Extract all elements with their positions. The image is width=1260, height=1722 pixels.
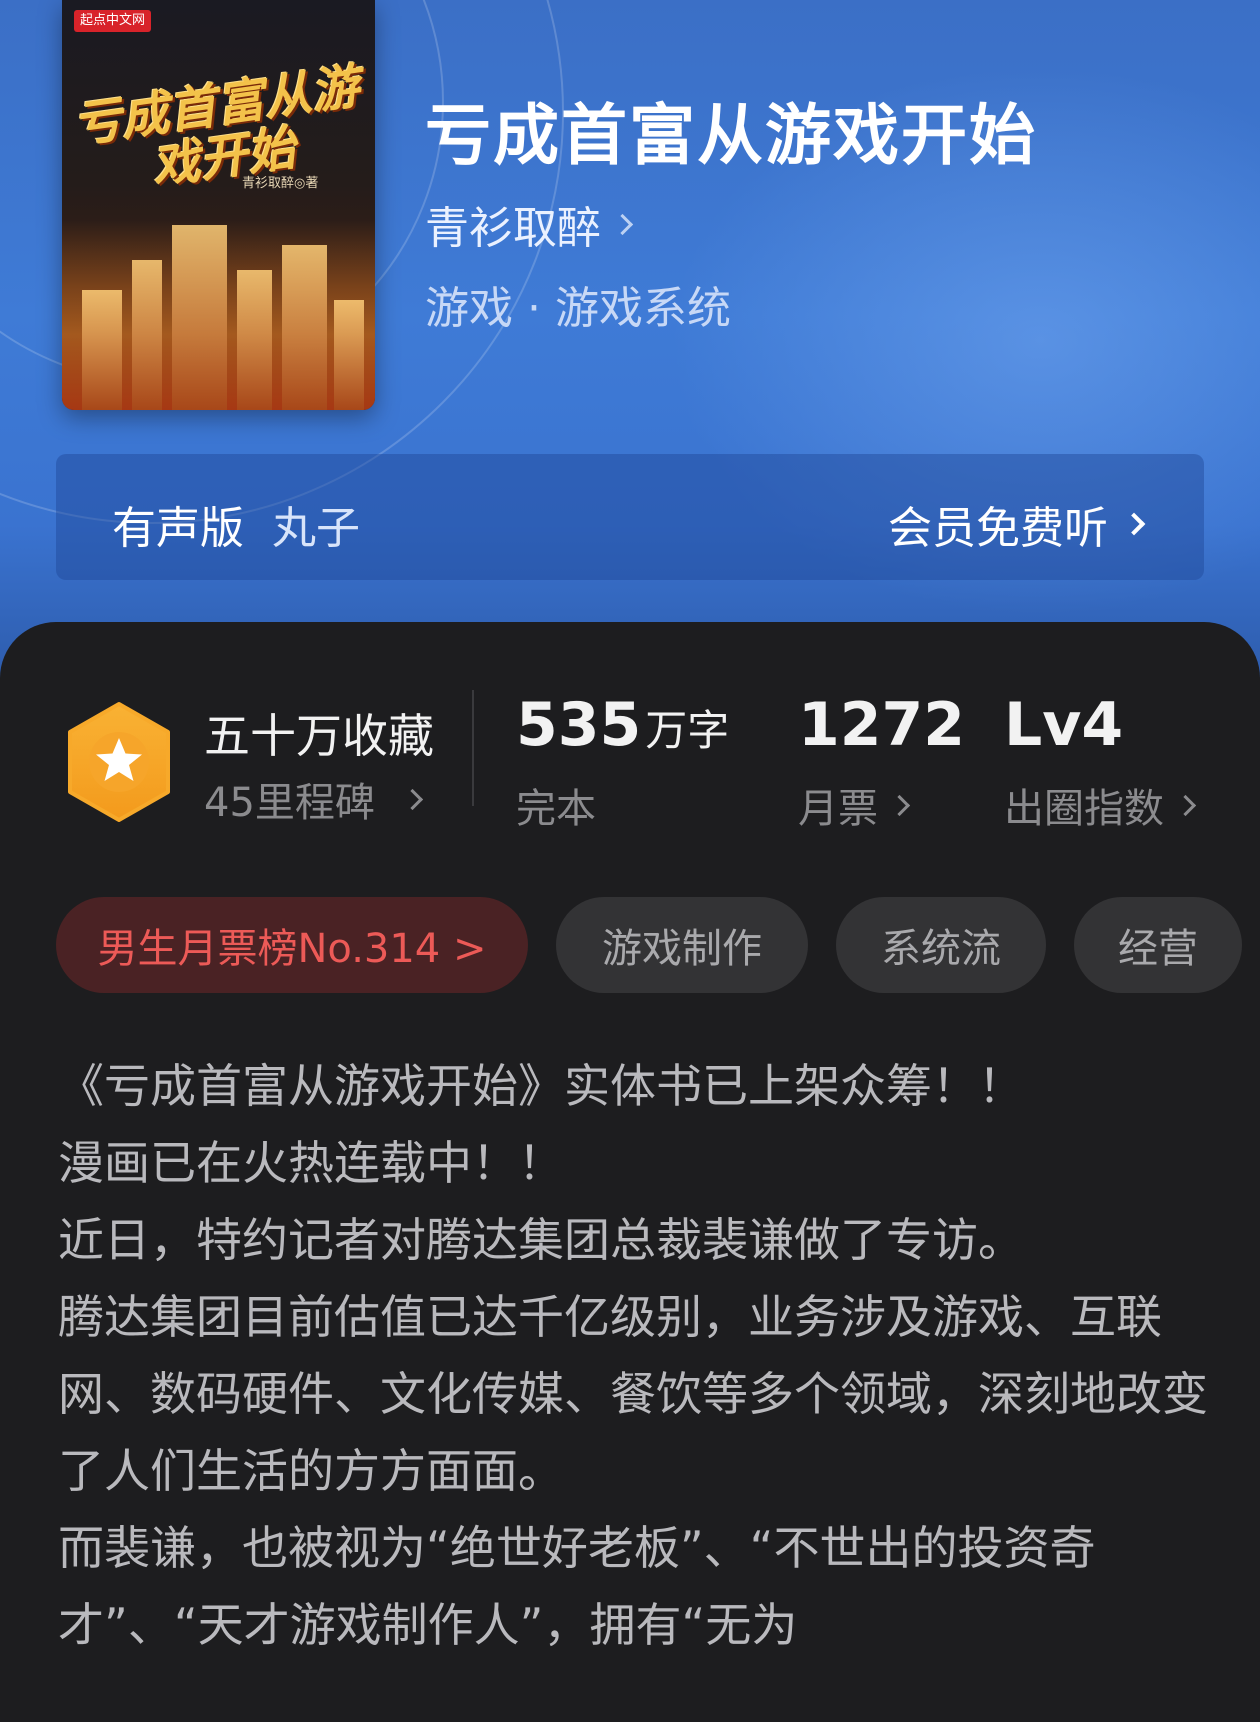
synopsis-line: 而裴谦，也被视为“绝世好老板”、“不世出的投资奇才”、“天才游戏制作人”，拥有“… (58, 1521, 1096, 1652)
collection-count: 五十万收藏 (204, 709, 434, 763)
publisher-logo: 起点中文网 (74, 10, 152, 32)
popularity-index-label: 出圈指数 (1004, 786, 1164, 832)
star-badge-icon[interactable] (64, 700, 174, 824)
chevron-right-icon (401, 788, 424, 810)
word-count-unit: 万字 (645, 706, 730, 755)
tag-management[interactable]: 经营 (1074, 897, 1242, 993)
word-count-number: 535 (516, 690, 642, 760)
chevron-right-icon (888, 794, 911, 816)
book-header: 起点中文网 亏成首富从游戏开始 青衫取醉◎著 亏成首富从游戏开始 青衫取醉 游戏… (0, 0, 1260, 700)
book-title: 亏成首富从游戏开始 (425, 96, 1037, 174)
stats-divider (472, 690, 474, 806)
cover-title-art: 亏成首富从游戏开始 (69, 58, 363, 196)
author-link[interactable]: 青衫取醉 (425, 192, 634, 256)
milestone-label: 45里程碑 (204, 780, 375, 826)
monthly-ticket-link[interactable]: 月票 (798, 776, 911, 834)
cover-cityscape (62, 220, 375, 410)
synopsis-line: 近日，特约记者对腾达集团总裁裴谦做了专访。 (58, 1213, 1024, 1267)
author-name: 青衫取醉 (425, 203, 601, 254)
listen-free-label: 会员免费听 (888, 503, 1108, 554)
audio-version-bar[interactable]: 有声版 丸子 会员免费听 (56, 454, 1204, 580)
synopsis-line: 《亏成首富从游戏开始》实体书已上架众筹！！ (58, 1059, 1024, 1113)
milestone-link[interactable]: 45里程碑 (204, 770, 424, 828)
synopsis-line: 漫画已在火热连载中！！ (58, 1136, 564, 1190)
word-count: 535万字 (516, 690, 729, 760)
chevron-right-icon (611, 213, 634, 235)
completion-status: 完本 (516, 776, 596, 834)
chevron-right-icon (1174, 794, 1197, 816)
audio-narrator: 丸子 (272, 503, 360, 554)
audio-info: 有声版 丸子 (112, 492, 360, 556)
listen-free-button[interactable]: 会员免费听 (888, 492, 1146, 556)
chevron-right-icon (1122, 512, 1146, 536)
popularity-index-link[interactable]: 出圈指数 (1004, 776, 1197, 834)
popularity-level: Lv4 (1004, 690, 1124, 760)
book-cover[interactable]: 起点中文网 亏成首富从游戏开始 青衫取醉◎著 (62, 0, 375, 410)
monthly-ticket-label: 月票 (798, 786, 878, 832)
cover-author: 青衫取醉◎著 (242, 176, 319, 191)
completion-label: 完本 (516, 786, 596, 832)
monthly-ticket-count: 1272 (798, 690, 965, 760)
audio-label: 有声版 (112, 503, 244, 554)
synopsis-line: 腾达集团目前估值已达千亿级别，业务涉及游戏、互联网、数码硬件、文化传媒、餐饮等多… (58, 1290, 1208, 1498)
tag-game-making[interactable]: 游戏制作 (556, 897, 808, 993)
genre-tags[interactable]: 游戏 · 游戏系统 (425, 272, 731, 336)
tag-system[interactable]: 系统流 (836, 897, 1046, 993)
ranking-tag[interactable]: 男生月票榜No.314 > (56, 897, 528, 993)
book-synopsis[interactable]: 《亏成首富从游戏开始》实体书已上架众筹！！ 漫画已在火热连载中！！ 近日，特约记… (58, 1048, 1208, 1664)
